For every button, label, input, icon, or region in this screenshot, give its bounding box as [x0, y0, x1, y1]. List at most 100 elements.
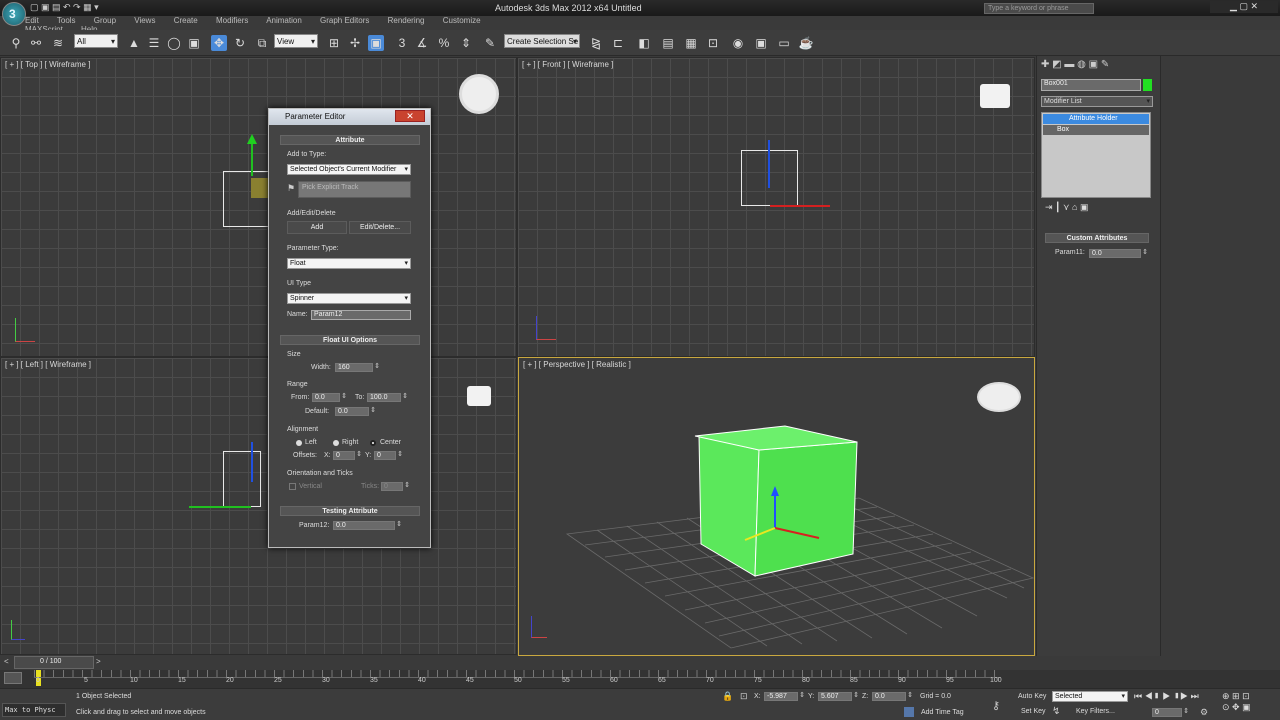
to-spinner[interactable]: 100.0 — [367, 393, 408, 402]
render-production-icon[interactable]: ☕ — [798, 35, 814, 51]
align-center-radio[interactable] — [370, 440, 376, 446]
viewport-top[interactable]: [ + ] [ Top ] [ Wireframe ] — [0, 57, 517, 357]
parameter-type-dropdown[interactable]: Float — [287, 258, 411, 269]
command-tabs[interactable]: ✚ ◩ ▬ ◍ ▣ ✎ — [1041, 59, 1155, 73]
current-frame-field[interactable]: 0 — [1152, 708, 1189, 717]
viewport-label[interactable]: [ + ] [ Front ] [ Wireframe ] — [522, 60, 613, 69]
viewport-left[interactable]: [ + ] [ Left ] [ Wireframe ] — [0, 357, 517, 655]
track-bar[interactable]: 0 5 10 15 20 25 30 35 40 45 50 55 60 65 … — [0, 670, 1280, 688]
select-object-icon[interactable]: ▲ — [126, 35, 142, 51]
select-by-name-icon[interactable]: ☰ — [146, 35, 162, 51]
viewport-front[interactable]: [ + ] [ Front ] [ Wireframe ] — [517, 57, 1035, 357]
mirror-icon[interactable]: ⧎ — [588, 35, 604, 51]
rendered-frame-window-icon[interactable]: ▭ — [776, 35, 792, 51]
set-key-button[interactable]: Set Key — [1021, 708, 1046, 715]
param12-spinner[interactable]: 0.0 — [333, 521, 402, 530]
absolute-mode-icon[interactable]: ⊡ — [740, 691, 748, 702]
object-name-field[interactable]: Box001 — [1041, 79, 1141, 91]
menu-item[interactable]: Edit — [25, 16, 39, 25]
reference-coordinate-dropdown[interactable]: View — [274, 34, 318, 48]
menu-item[interactable]: Views — [134, 16, 155, 25]
attribute-rollout[interactable]: Attribute — [280, 135, 420, 145]
menu-item[interactable]: Rendering — [388, 16, 425, 25]
bind-space-warp-icon[interactable]: ≋ — [50, 35, 66, 51]
box-left-wireframe[interactable] — [223, 451, 261, 507]
close-icon[interactable]: ✕ — [395, 110, 425, 122]
vertical-checkbox[interactable] — [289, 483, 296, 490]
edit-delete-button[interactable]: Edit/Delete... — [349, 221, 411, 234]
viewcube-top[interactable] — [459, 74, 499, 114]
ui-type-dropdown[interactable]: Spinner — [287, 293, 411, 304]
viewport-label[interactable]: [ + ] [ Top ] [ Wireframe ] — [5, 60, 90, 69]
align-left-radio[interactable] — [296, 440, 302, 446]
menu-item[interactable]: Animation — [266, 16, 302, 25]
menu-item[interactable]: Group — [94, 16, 116, 25]
key-mode-dropdown[interactable]: Selected — [1052, 691, 1128, 702]
viewcube-front[interactable] — [980, 84, 1010, 108]
menu-item[interactable]: Modifiers — [216, 16, 248, 25]
x-coord-field[interactable]: -5.987 — [764, 692, 805, 701]
stack-tools[interactable]: ⇥ ┃ ⋎ ⌂ ▣ — [1045, 202, 1155, 213]
pick-track-icon[interactable]: ⚑ — [287, 183, 295, 194]
object-color-swatch[interactable] — [1143, 79, 1152, 91]
time-slider-prev[interactable]: < — [4, 657, 9, 666]
app-logo-button[interactable]: 3 — [2, 2, 26, 26]
window-crossing-icon[interactable]: ▣ — [186, 35, 202, 51]
edit-named-selection-icon[interactable]: ✎ — [482, 35, 498, 51]
param11-spinner[interactable]: 0.0 — [1089, 249, 1148, 258]
time-slider-next[interactable]: > — [96, 657, 101, 666]
time-config-icon[interactable]: ⚙ — [1200, 707, 1208, 718]
time-tag-icon[interactable] — [904, 707, 914, 717]
window-controls[interactable]: ▁ ▢ ✕ — [1210, 1, 1278, 13]
align-icon[interactable]: ⊏ — [610, 35, 626, 51]
viewport-perspective[interactable]: [ + ] [ Perspective ] [ Realistic ] — [518, 357, 1035, 656]
align-right-radio[interactable] — [333, 440, 339, 446]
ticks-spinner[interactable]: 0 — [381, 482, 410, 491]
width-spinner[interactable]: 160 — [335, 363, 380, 372]
menu-item[interactable]: Tools — [57, 16, 76, 25]
curve-editor-icon[interactable]: ▦ — [683, 35, 699, 51]
lock-icon[interactable]: 🔒 — [722, 691, 733, 702]
maxscript-listener[interactable]: Max to Physc — [2, 703, 66, 717]
add-button[interactable]: Add — [287, 221, 347, 234]
select-move-icon[interactable]: ✥ — [211, 35, 227, 51]
viewport-label[interactable]: [ + ] [ Left ] [ Wireframe ] — [5, 360, 91, 369]
stack-item-attribute-holder[interactable]: Attribute Holder — [1043, 114, 1149, 124]
name-field[interactable]: Param12 — [311, 310, 411, 320]
render-setup-icon[interactable]: ▣ — [753, 35, 769, 51]
viewcube-left[interactable] — [467, 386, 491, 406]
playback-controls[interactable]: ⏮ ◀▮ ▶ ▮▶ ⏭ — [1134, 691, 1199, 702]
menu-item[interactable]: Customize — [443, 16, 481, 25]
offset-y-spinner[interactable]: 0 — [374, 451, 403, 460]
search-input[interactable]: Type a keyword or phrase — [984, 3, 1094, 14]
testing-attribute-rollout[interactable]: Testing Attribute — [280, 506, 420, 516]
from-spinner[interactable]: 0.0 — [312, 393, 347, 402]
unlink-icon[interactable]: ⚯ — [28, 35, 44, 51]
manipulate-icon[interactable]: ✢ — [347, 35, 363, 51]
viewcube-perspective[interactable] — [977, 382, 1021, 412]
set-key-icon[interactable]: ↯ — [1052, 706, 1060, 717]
menu-item[interactable]: Graph Editors — [320, 16, 369, 25]
quick-access-icons[interactable]: ▢ ▣ ▤ ↶ ↷ ▦ ▾ — [30, 2, 99, 13]
angle-snap-icon[interactable]: ∡ — [414, 35, 430, 51]
select-rotate-icon[interactable]: ↻ — [232, 35, 248, 51]
custom-attributes-rollout[interactable]: Custom Attributes — [1045, 233, 1149, 243]
time-slider-bar[interactable]: < 0 / 100 > — [0, 656, 1280, 670]
selection-region-icon[interactable]: ◯ — [166, 35, 182, 51]
material-editor-icon[interactable]: ◉ — [730, 35, 746, 51]
box-side-face[interactable] — [754, 441, 858, 577]
menu-item[interactable]: Create — [174, 16, 198, 25]
percent-snap-icon[interactable]: % — [436, 35, 452, 51]
box-front-face[interactable] — [698, 435, 760, 577]
y-coord-field[interactable]: 5.607 — [818, 692, 859, 701]
select-scale-icon[interactable]: ⧉ — [254, 35, 270, 51]
offset-x-spinner[interactable]: 0 — [333, 451, 362, 460]
schematic-view-icon[interactable]: ⊡ — [705, 35, 721, 51]
layer-manager-icon[interactable]: ◧ — [636, 35, 652, 51]
key-icon[interactable]: ⚷ — [992, 699, 1000, 712]
pivot-center-icon[interactable]: ⊞ — [326, 35, 342, 51]
auto-key-button[interactable]: Auto Key — [1018, 693, 1046, 700]
add-time-tag[interactable]: Add Time Tag — [921, 709, 964, 716]
modifier-stack[interactable]: Attribute Holder Box — [1041, 112, 1151, 198]
viewport-nav-controls[interactable]: ⊕ ⊞ ⊡ ⊙ ✥ ▣ — [1222, 691, 1251, 713]
